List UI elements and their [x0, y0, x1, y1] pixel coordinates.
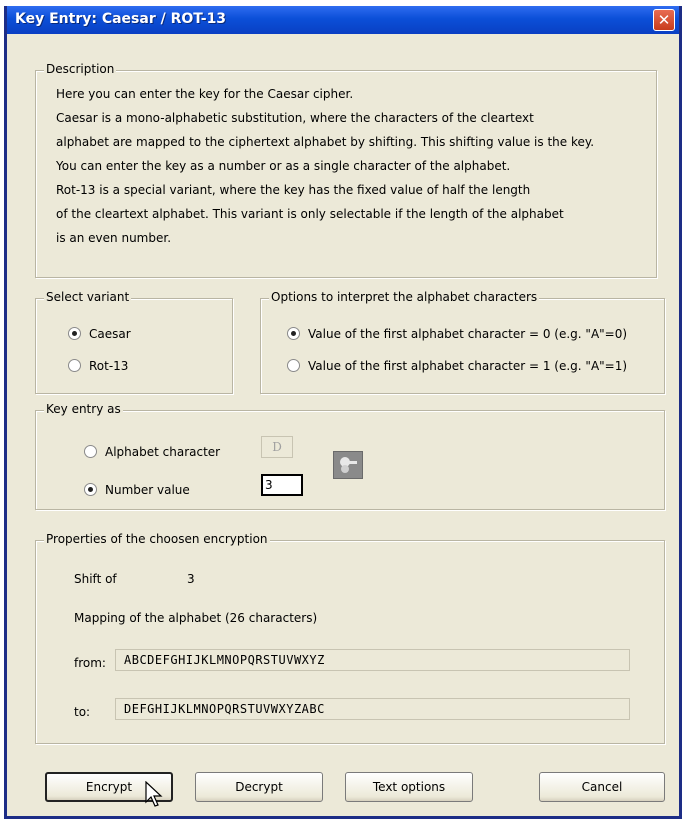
key-number-label: Number value	[105, 483, 190, 497]
alphabet-character-input[interactable]: D	[261, 436, 293, 458]
radio-selected-icon[interactable]	[287, 327, 300, 340]
key-entry-legend: Key entry as	[44, 402, 123, 416]
description-line: of the cleartext alphabet. This variant …	[56, 207, 564, 221]
description-line: alphabet are mapped to the ciphertext al…	[56, 135, 595, 149]
description-line: is an even number.	[56, 231, 172, 245]
radio-unselected-icon[interactable]	[287, 359, 300, 372]
variant-caesar-label: Caesar	[89, 327, 131, 341]
variant-rot13-label: Rot-13	[89, 359, 129, 373]
key-alphabet-label: Alphabet character	[105, 445, 221, 459]
interpret-zero-radio[interactable]: Value of the first alphabet character = …	[287, 327, 627, 341]
description-line: You can enter the key as a number or as …	[56, 159, 511, 173]
paste-key-button[interactable]	[333, 451, 363, 479]
from-alphabet-field[interactable]: ABCDEFGHIJKLMNOPQRSTUVWXYZ	[115, 649, 630, 671]
to-label: to:	[74, 705, 91, 719]
window-title: Key Entry: Caesar / ROT-13	[15, 11, 227, 27]
variant-caesar-radio[interactable]: Caesar	[68, 327, 131, 341]
mouse-cursor-icon	[145, 781, 163, 807]
interpret-group: Options to interpret the alphabet charac…	[260, 290, 665, 394]
cancel-button[interactable]: Cancel	[539, 772, 665, 802]
from-label: from:	[74, 656, 106, 670]
text-options-button[interactable]: Text options	[345, 772, 473, 802]
shift-label: Shift of	[74, 572, 117, 586]
shift-value: 3	[187, 572, 195, 586]
close-icon: ✕	[657, 11, 671, 29]
interpret-zero-label: Value of the first alphabet character = …	[308, 327, 628, 341]
variant-group: Select variant Caesar Rot-13	[35, 290, 233, 394]
description-line: Caesar is a mono-alphabetic substitution…	[56, 111, 534, 125]
key-icon	[340, 457, 357, 473]
radio-unselected-icon[interactable]	[84, 445, 97, 458]
dialog-window: Key Entry: Caesar / ROT-13 ✕ Description…	[4, 6, 682, 819]
variant-legend: Select variant	[44, 290, 132, 304]
radio-selected-icon[interactable]	[68, 327, 81, 340]
description-group: Description Here you can enter the key f…	[35, 62, 657, 278]
key-number-radio[interactable]: Number value	[84, 483, 190, 497]
close-button[interactable]: ✕	[653, 9, 675, 31]
radio-selected-icon[interactable]	[84, 483, 97, 496]
interpret-legend: Options to interpret the alphabet charac…	[269, 290, 540, 304]
decrypt-button[interactable]: Decrypt	[195, 772, 323, 802]
mapping-label: Mapping of the alphabet (26 characters)	[74, 611, 318, 625]
key-alphabet-radio[interactable]: Alphabet character	[84, 445, 220, 459]
description-legend: Description	[44, 62, 117, 76]
interpret-one-radio[interactable]: Value of the first alphabet character = …	[287, 359, 627, 373]
title-bar[interactable]: Key Entry: Caesar / ROT-13 ✕	[7, 6, 679, 34]
variant-rot13-radio[interactable]: Rot-13	[68, 359, 128, 373]
to-alphabet-field[interactable]: DEFGHIJKLMNOPQRSTUVWXYZABC	[115, 698, 630, 720]
interpret-one-label: Value of the first alphabet character = …	[308, 359, 628, 373]
properties-legend: Properties of the choosen encryption	[44, 532, 270, 546]
radio-unselected-icon[interactable]	[68, 359, 81, 372]
description-line: Here you can enter the key for the Caesa…	[56, 87, 354, 101]
number-value-input[interactable]: 3	[261, 474, 303, 496]
description-line: Rot-13 is a special variant, where the k…	[56, 183, 531, 197]
